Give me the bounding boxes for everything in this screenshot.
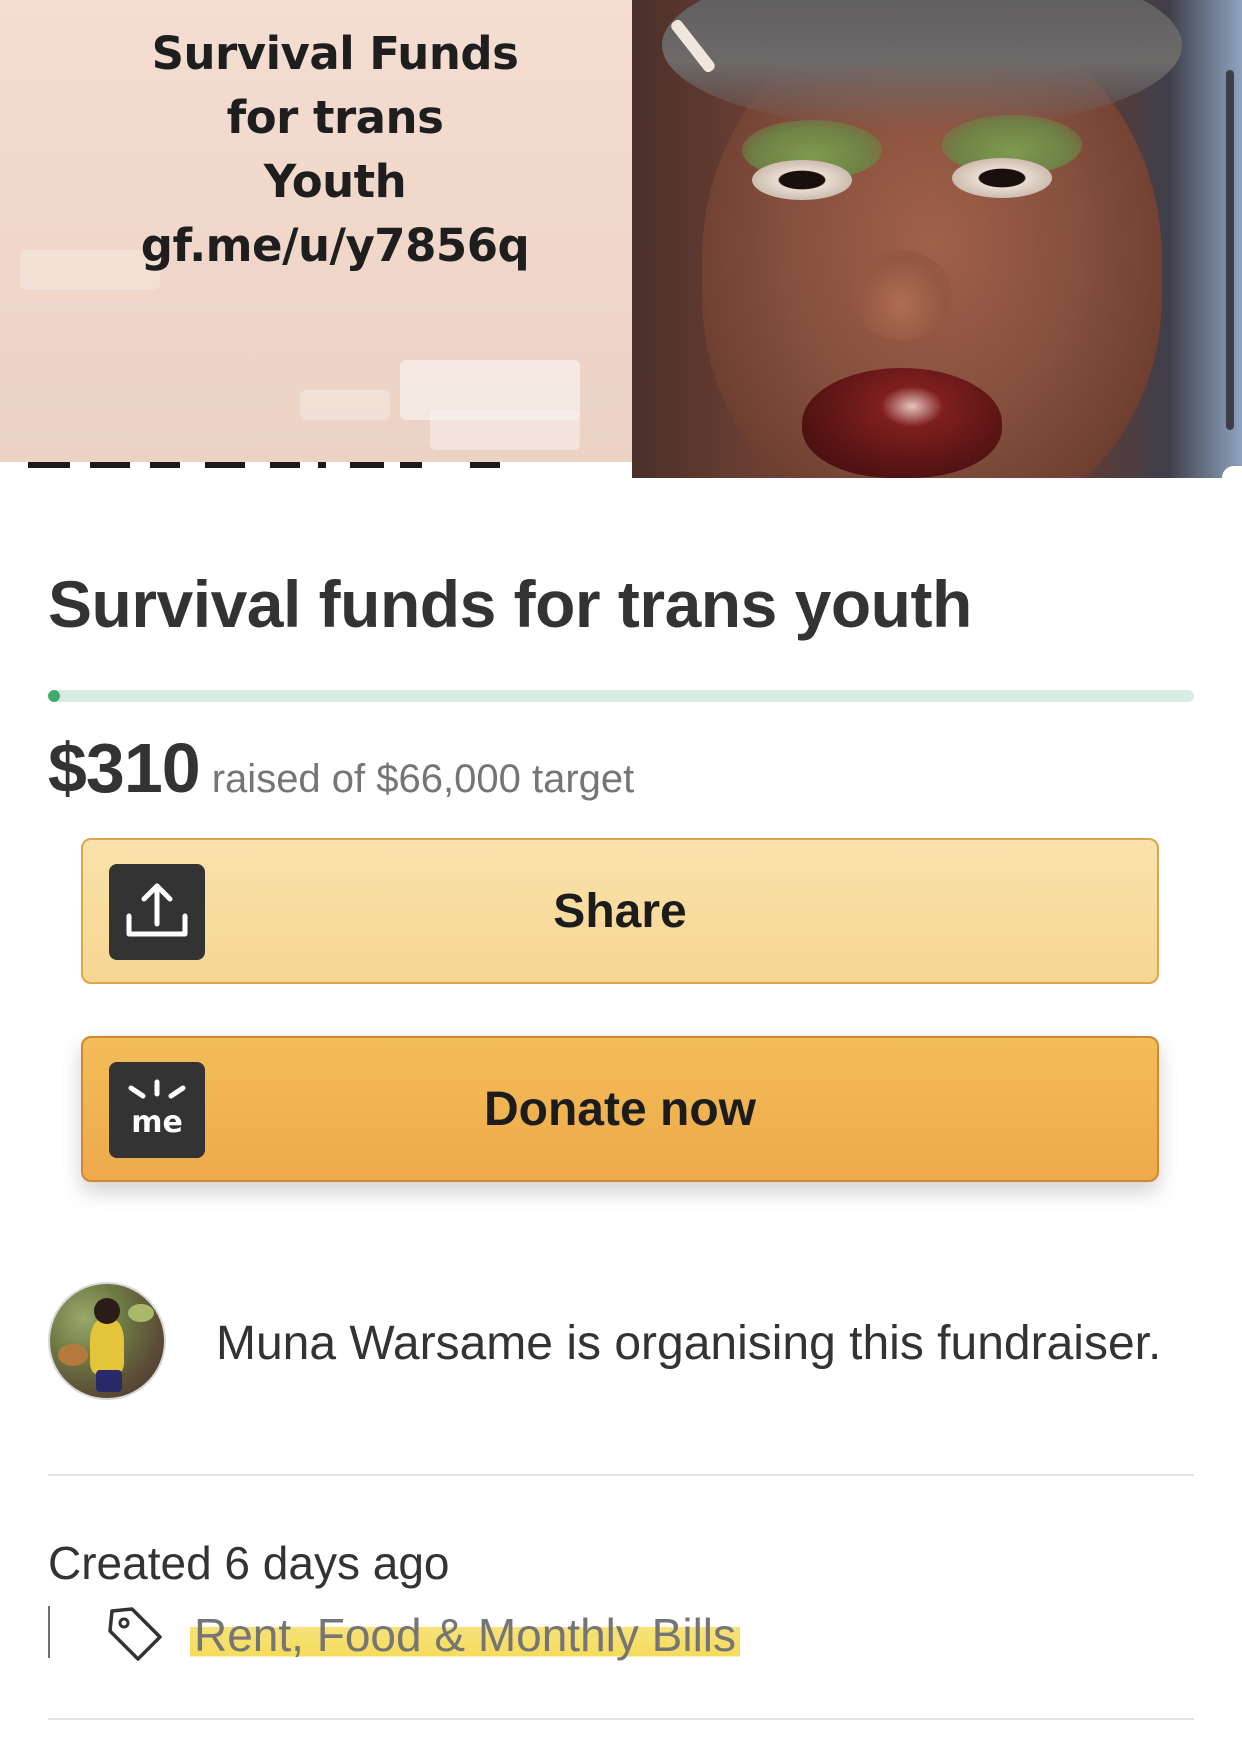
category-link[interactable]: Rent, Food & Monthly Bills [190, 1608, 741, 1662]
hero-cropped-text [0, 462, 635, 478]
organiser-avatar[interactable] [48, 1282, 166, 1400]
progress-bar-fill [48, 690, 60, 702]
hero-portrait-photo [632, 0, 1242, 478]
donate-now-button-label: Donate now [484, 1082, 756, 1136]
divider [48, 1718, 1194, 1720]
amount-raised: $310 [48, 729, 201, 807]
hero-caption-line: for trans [226, 91, 444, 144]
share-button[interactable]: Share [81, 838, 1159, 984]
hero-caption: Survival Funds for trans Youth gf.me/u/y… [95, 22, 575, 278]
amount-target-text: raised of $66,000 target [211, 757, 635, 801]
hero-caption-line: Youth [263, 155, 407, 208]
amount-raised-row: $310 raised of $66,000 target [48, 728, 1198, 808]
scrollbar[interactable] [1226, 70, 1234, 430]
text-cursor-bar [48, 1606, 50, 1658]
organiser-text: Muna Warsame is organising this fundrais… [216, 1317, 1162, 1370]
campaign-hero-image[interactable]: Survival Funds for trans Youth gf.me/u/y… [0, 0, 1242, 478]
hero-text-panel: Survival Funds for trans Youth gf.me/u/y… [0, 0, 635, 478]
share-button-label: Share [553, 884, 687, 938]
tag-icon [108, 1607, 162, 1661]
campaign-title: Survival funds for trans youth [48, 567, 972, 641]
created-date: Created 6 days ago [48, 1537, 450, 1589]
hero-caption-line: gf.me/u/y7856q [140, 219, 530, 272]
donate-now-button[interactable]: me Donate now [81, 1036, 1159, 1182]
divider [48, 1474, 1194, 1476]
progress-bar [48, 690, 1194, 702]
hero-caption-line: Survival Funds [151, 27, 519, 80]
